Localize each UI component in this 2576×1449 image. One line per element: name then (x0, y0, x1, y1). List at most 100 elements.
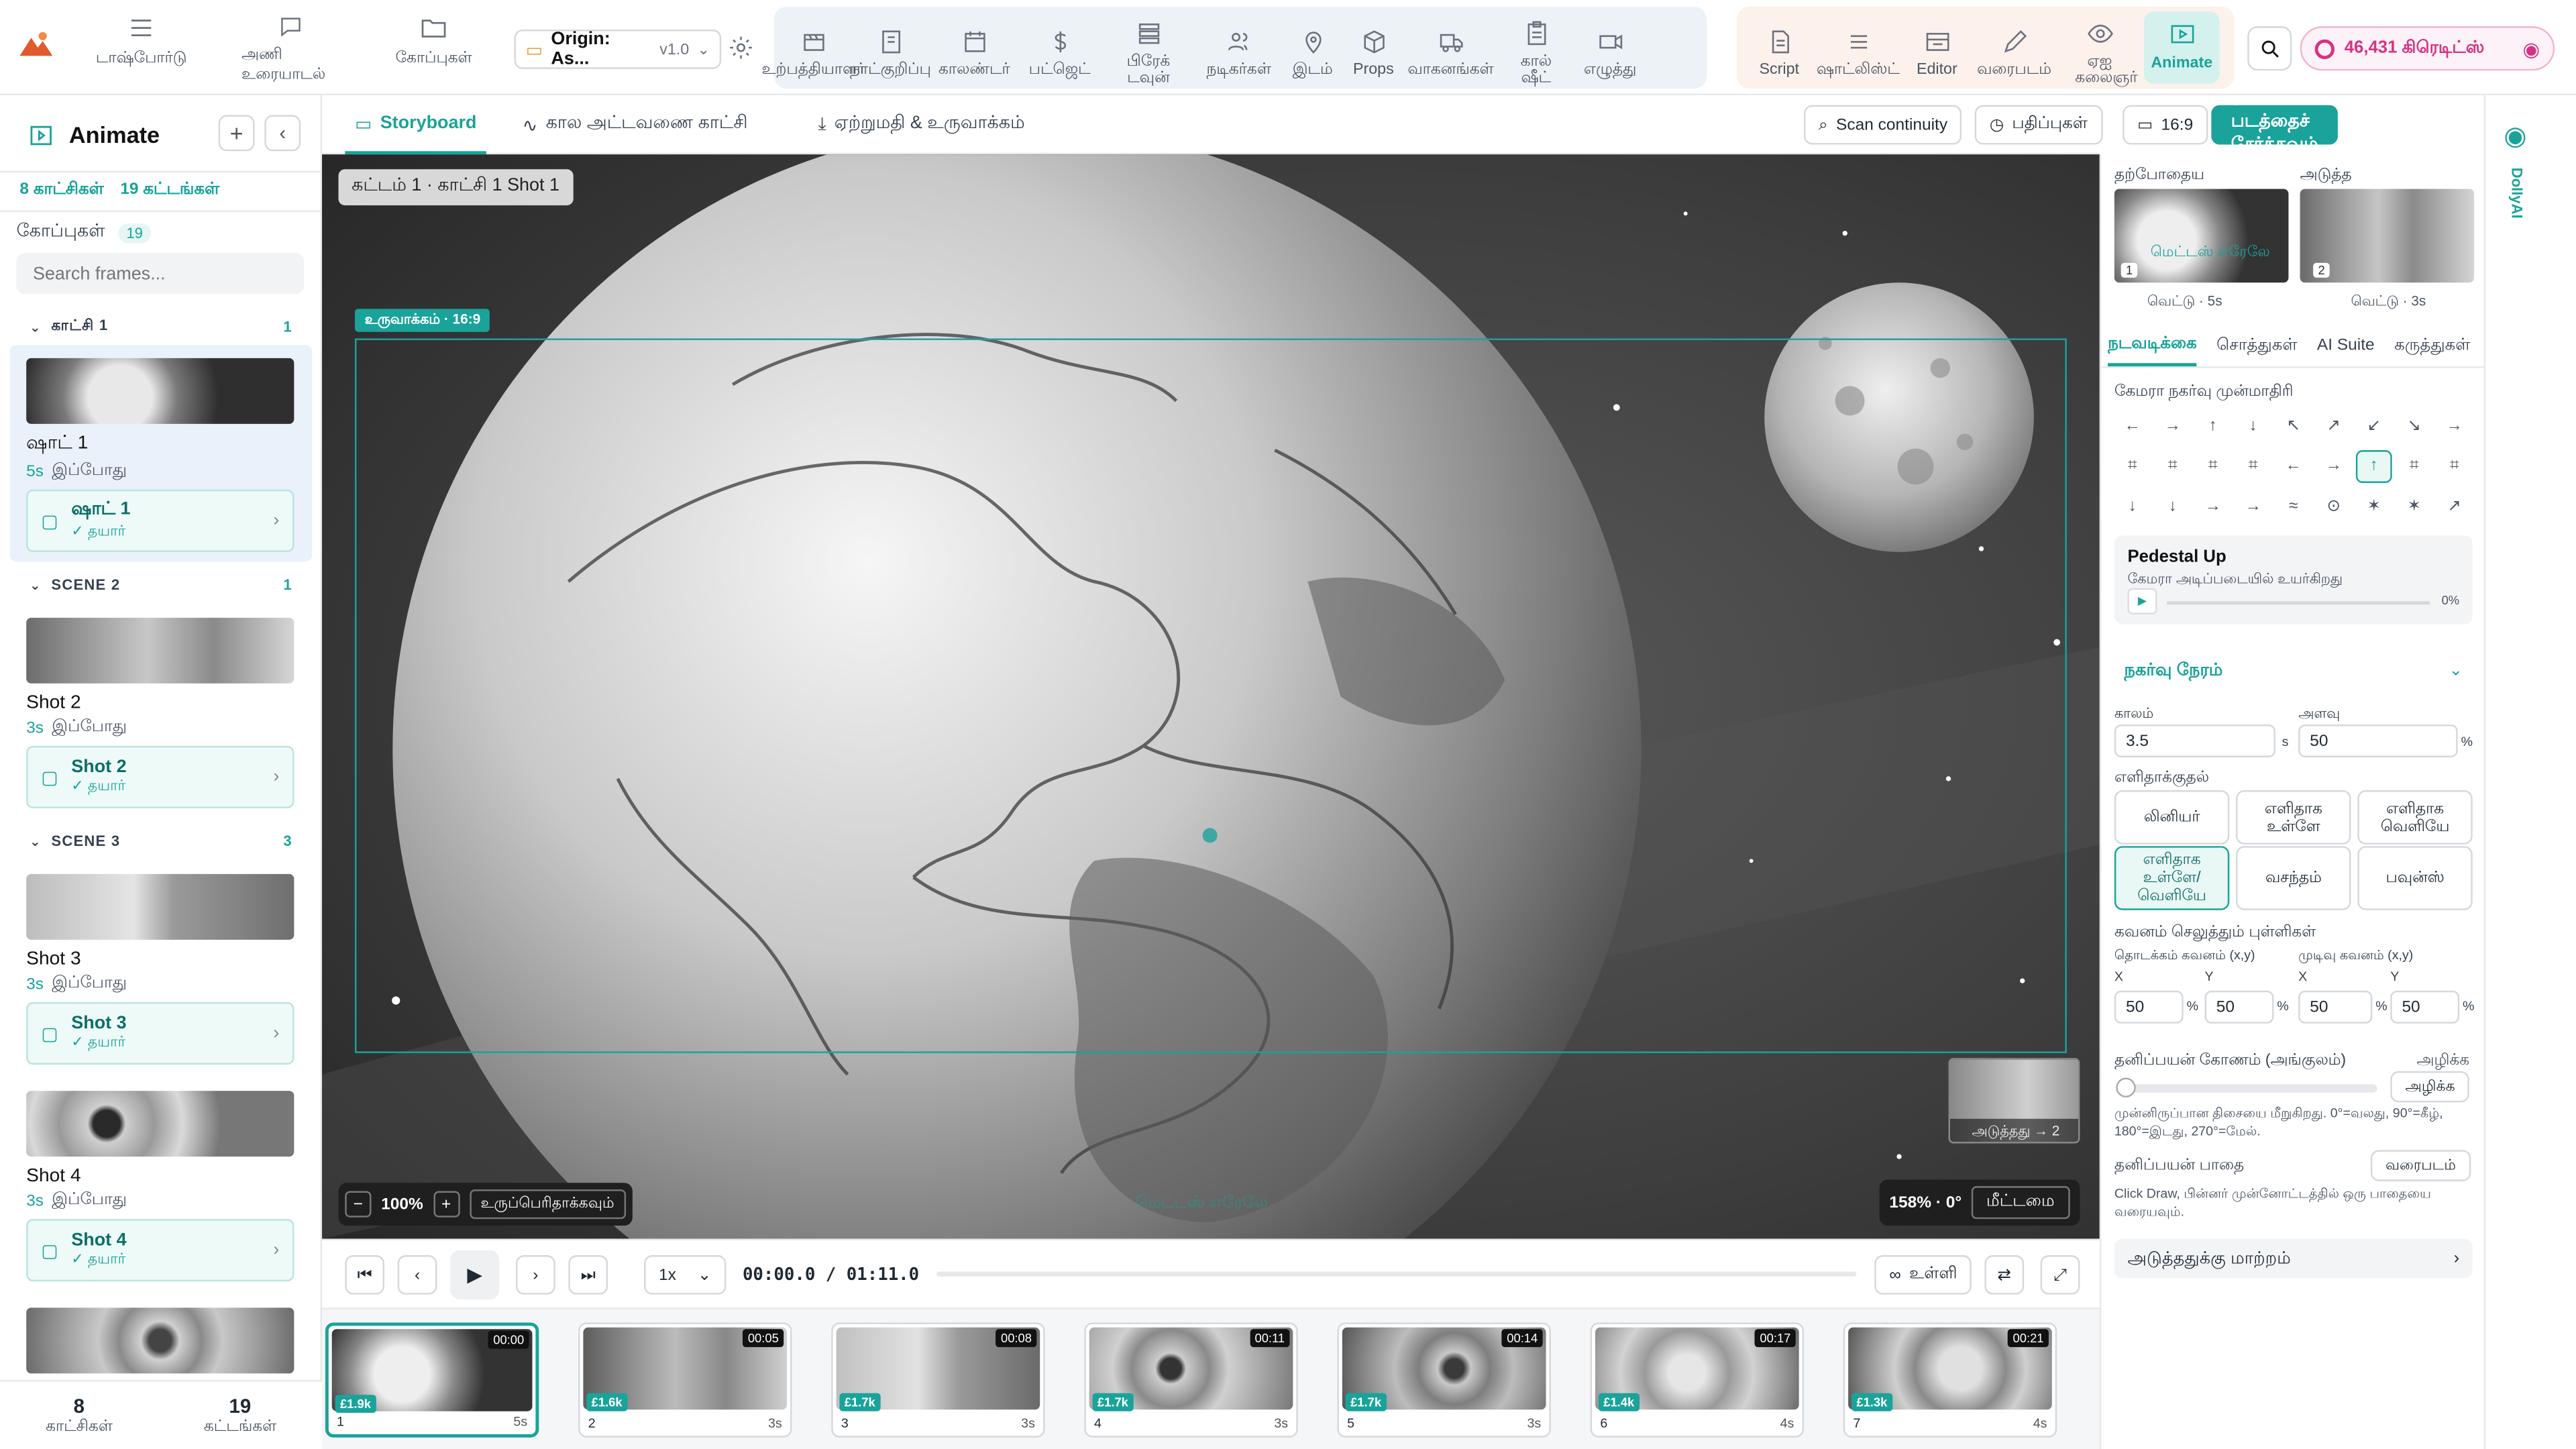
tool-diary[interactable]: நாட்குறிப்பு (850, 17, 931, 78)
search-frames-input[interactable] (16, 253, 305, 294)
tab-storyboard[interactable]: ▭ Storyboard (345, 95, 487, 155)
skip-start-icon[interactable]: ⏮ (345, 1255, 385, 1295)
camera-preset-button[interactable]: → (2316, 449, 2352, 482)
tool-location[interactable]: இடம் (1280, 17, 1346, 78)
film-frame[interactable]: 00:05 £1.6k 2 3s (578, 1322, 792, 1438)
sub-shot-card[interactable]: ▢ Shot 3 ✓ தயார் › (26, 1002, 294, 1065)
shot-card[interactable]: Shot 3 3s இப்போது ▢ Shot 3 ✓ தயார் › (13, 873, 309, 1065)
tab-timeline[interactable]: ∿ கால அட்டவணை காட்சி (523, 95, 748, 154)
film-frame[interactable]: 00:08 £1.7k 3 3s (831, 1322, 1045, 1438)
scene-header[interactable]: ⌄ SCENE 3 3 (30, 833, 292, 849)
camera-preset-button[interactable]: ✶ (2356, 490, 2392, 523)
skip-end-icon[interactable]: ⏭ (568, 1255, 608, 1295)
camera-preset-button[interactable]: ↙ (2356, 409, 2392, 442)
amount-input[interactable]: 50 (2298, 724, 2458, 757)
render-frame-guide[interactable] (354, 338, 2067, 1053)
film-frame[interactable]: 00:14 £1.7k 5 3s (1337, 1322, 1551, 1438)
focus-point-handle[interactable] (1202, 828, 1218, 843)
camera-preset-button[interactable]: ← (2275, 449, 2312, 482)
camera-preset-button[interactable]: ↑ (2355, 449, 2392, 482)
nav-team-chat[interactable]: அணி உரையாடல் (241, 13, 340, 86)
nav-files[interactable]: கோப்புகள் (384, 13, 483, 86)
scan-continuity-button[interactable]: ⌕ Scan continuity (1804, 105, 1963, 145)
duration-input[interactable]: 3.5 (2114, 724, 2275, 757)
focus-start-y-input[interactable]: 50 (2204, 990, 2274, 1024)
focus-start-x-input[interactable]: 50 (2114, 990, 2184, 1024)
versions-button[interactable]: ◷ பதிப்புகள் (1974, 105, 2102, 145)
tab-ai-suite[interactable]: AI Suite (2317, 337, 2375, 355)
camera-preset-button[interactable]: ↓ (2235, 409, 2271, 442)
shot-card[interactable]: ஷாட் 1 5s இப்போது ▢ ஷாட் 1 ✓ தயார் › (13, 358, 309, 552)
camera-preset-button[interactable]: ✶ (2396, 490, 2432, 523)
next-frame-icon[interactable]: › (515, 1255, 555, 1295)
dolly-eye-icon[interactable]: ◉ (2497, 118, 2533, 154)
tool-producer[interactable]: உற்பத்தியாளர் (761, 17, 865, 78)
repeat-icon[interactable]: ⇄ (1984, 1255, 2025, 1295)
easing-linear[interactable]: லினியர் (2114, 790, 2230, 845)
camera-preset-button[interactable]: ⌗ (2195, 449, 2231, 482)
camera-preset-button[interactable]: ⊙ (2316, 490, 2352, 523)
easing-ease-out[interactable]: எளிதாக வெளியே (2357, 790, 2473, 845)
camera-preset-button[interactable]: ↖ (2275, 409, 2312, 442)
camera-preset-button[interactable]: → (2235, 490, 2271, 523)
preview-play-icon[interactable]: ▶ (2127, 588, 2157, 614)
mode-script[interactable]: Script (1743, 17, 1815, 78)
camera-preset-button[interactable]: ≈ (2275, 490, 2312, 523)
play-icon[interactable]: ▶ (450, 1250, 500, 1300)
camera-preset-button[interactable]: ← (2114, 409, 2151, 442)
camera-preset-button[interactable]: → (2155, 409, 2191, 442)
shot-thumbnail[interactable] (26, 1307, 294, 1374)
camera-preset-button[interactable]: ⌗ (2155, 449, 2191, 482)
preview-stage[interactable]: கட்டம் 1 · காட்சி 1 Shot 1 உருவாக்கம் · … (322, 154, 2100, 1239)
shot-card[interactable]: Shot 4 3s இப்போது ▢ Shot 4 ✓ தயார் › (13, 1091, 309, 1282)
sub-shot-card[interactable]: ▢ Shot 4 ✓ தயார் › (26, 1219, 294, 1282)
camera-preset-button[interactable]: ↓ (2155, 490, 2191, 523)
current-frame-thumb[interactable]: 1 மெட்டஸ் எரேலே (2114, 189, 2289, 283)
camera-preset-button[interactable]: ↗ (2436, 490, 2473, 523)
mode-drawing[interactable]: வரைபடம் (1973, 17, 2055, 78)
focus-end-x-input[interactable]: 50 (2298, 990, 2373, 1024)
tab-comments[interactable]: கருத்துகள் (2394, 336, 2470, 356)
loop-button[interactable]: ∞ உள்ளி (1874, 1255, 1972, 1295)
next-transition-button[interactable]: அடுத்ததுக்கு மாற்றம் › (2114, 1238, 2473, 1279)
draw-path-button[interactable]: வரைபடம் (2370, 1150, 2471, 1181)
prev-frame-icon[interactable]: ‹ (397, 1255, 437, 1295)
tab-assets[interactable]: சொத்துகள் (2216, 336, 2297, 356)
camera-preset-button[interactable]: → (2436, 409, 2473, 442)
tool-call-sheet[interactable]: கால் ஷீட் (1500, 9, 1572, 86)
tool-breakdown[interactable]: பிரேக் டவுன் (1099, 9, 1197, 86)
search-button[interactable] (2247, 26, 2292, 71)
tab-export[interactable]: ⤓ ஏற்றுமதி & உருவாக்கம் (818, 95, 1025, 154)
aspect-ratio-button[interactable]: ▭ 16:9 (2123, 105, 2208, 145)
nav-dashboard[interactable]: டாஷ்போர்டு (92, 13, 191, 86)
scene-header[interactable]: ⌄ SCENE 2 1 (30, 577, 292, 593)
project-select[interactable]: ▭ Origin: As... v1.0 ⌄ (514, 30, 722, 69)
next-frame-thumb[interactable]: 2 (2300, 189, 2475, 283)
film-frame[interactable]: 00:11 £1.7k 4 3s (1084, 1322, 1298, 1438)
sub-shot-card[interactable]: ▢ ஷாட் 1 ✓ தயார் › (26, 489, 294, 552)
focus-end-y-input[interactable]: 50 (2390, 990, 2460, 1024)
camera-preset-button[interactable]: ↘ (2396, 409, 2432, 442)
speed-select[interactable]: 1x ⌄ (644, 1255, 727, 1295)
easing-bounce[interactable]: பவுன்ஸ் (2357, 846, 2473, 910)
tool-calendar[interactable]: காலண்டர் (928, 17, 1020, 78)
shot-card[interactable]: Shot 2 3s இப்போது ▢ Shot 2 ✓ தயார் › (13, 617, 309, 808)
fit-button[interactable]: உருப்பெரிதாக்கவும் (469, 1189, 626, 1220)
camera-preset-button[interactable]: → (2195, 490, 2231, 523)
film-frame[interactable]: 00:21 £1.3k 7 4s (1843, 1322, 2057, 1438)
reset-button[interactable]: மீட்டமை (1971, 1186, 2070, 1220)
scrubber-track[interactable] (936, 1271, 1857, 1277)
fullscreen-icon[interactable]: ⤢ (2040, 1255, 2080, 1295)
settings-gear-icon[interactable] (728, 34, 754, 68)
collapse-sidebar-icon[interactable]: ‹ (264, 115, 301, 152)
angle-slider-track[interactable] (2121, 1084, 2377, 1093)
next-frame-preview[interactable]: அடுத்தது → 2 (1948, 1058, 2080, 1144)
easing-ease-in[interactable]: எளிதாக உள்ளே (2236, 790, 2351, 845)
easing-ease-in-out[interactable]: எளிதாக உள்ளே/வெளியே (2114, 846, 2230, 910)
camera-preset-button[interactable]: ↓ (2114, 490, 2151, 523)
sub-shot-card[interactable]: ▢ Shot 2 ✓ தயார் › (26, 745, 294, 808)
tool-props[interactable]: Props (1346, 17, 1401, 78)
easing-spring[interactable]: வசந்தம் (2236, 846, 2351, 910)
add-image-button[interactable]: + படத்தைச் சேர்க்கவும் (2211, 92, 2339, 154)
camera-preset-button[interactable]: ⌗ (2396, 449, 2432, 482)
